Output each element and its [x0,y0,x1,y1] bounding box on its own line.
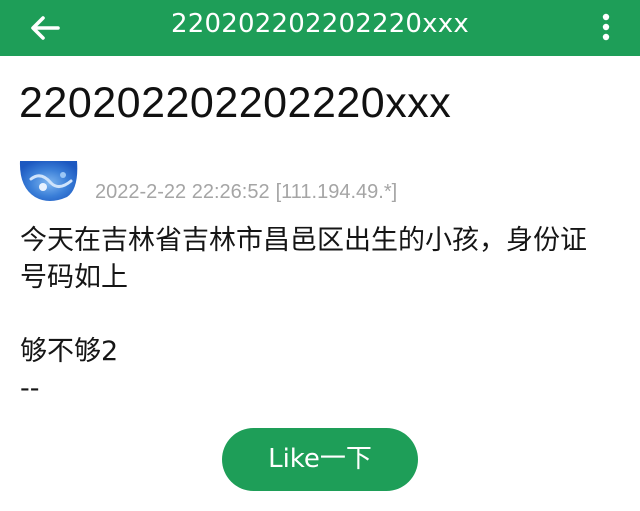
post-title: 220202202202220xxx [19,79,452,127]
post-body-line: 今天在吉林省吉林市昌邑区出生的小孩，身份证号码如上 [20,225,587,293]
post-body-line: 够不够2 [20,336,119,367]
avatar[interactable] [19,161,79,203]
post-body-signature: -- [20,373,40,404]
post-ip: [111.194.49.*] [275,181,398,203]
app-bar-title: 220202202202220xxx [171,9,469,39]
post-timestamp: 2022-2-22 22:26:52 [95,181,270,203]
post-body: 今天在吉林省吉林市昌邑区出生的小孩，身份证号码如上 够不够2 -- [20,222,600,407]
post-meta: 2022-2-22 22:26:52 [111.194.49.*] [95,180,397,204]
more-options-button[interactable] [594,8,618,46]
app-bar: 220202202202220xxx [0,0,640,56]
more-vertical-icon [602,13,610,41]
footer-cut-off [226,505,416,511]
like-button[interactable]: Like一下 [222,428,418,491]
